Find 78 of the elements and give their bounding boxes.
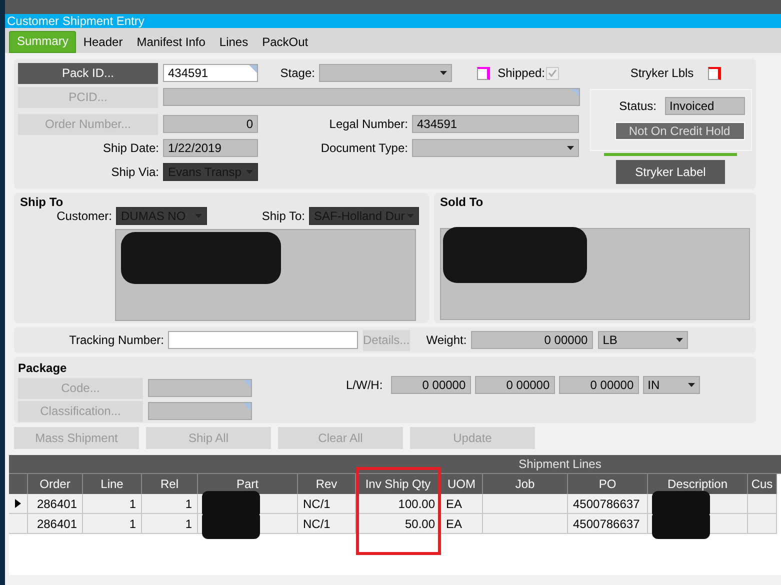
order-number-field[interactable]: 0	[163, 115, 258, 133]
status-field: Invoiced	[664, 97, 744, 115]
document-type-dropdown[interactable]	[412, 139, 579, 157]
weight-unit-dropdown[interactable]: LB	[598, 331, 688, 349]
row-indicator-cell[interactable]	[9, 494, 28, 514]
credit-hold-button[interactable]: Not On Credit Hold	[614, 122, 744, 140]
dimension-unit-dropdown[interactable]: IN	[642, 376, 700, 394]
table-cell: 50.00	[356, 514, 441, 534]
tab[interactable]: Manifest Info	[130, 33, 212, 53]
stryker-lbls-label: Stryker Lbls	[630, 66, 694, 80]
caret-icon	[567, 146, 574, 150]
table-cell: EA	[441, 494, 483, 514]
status-label: Status:	[619, 99, 658, 113]
legal-number-label: Legal Number:	[328, 117, 409, 131]
tracking-number-field[interactable]	[168, 331, 358, 349]
column-header[interactable]: Part	[198, 474, 298, 494]
ship-to-label: Ship To:	[260, 209, 306, 223]
sold-to-title: Sold To	[440, 195, 484, 209]
header-corner	[9, 474, 28, 494]
column-header[interactable]: Rev	[298, 474, 356, 494]
table-cell: 4500786637	[568, 514, 648, 534]
shipped-checkbox[interactable]	[546, 66, 559, 80]
column-header[interactable]: PO	[568, 474, 648, 494]
stryker-label-button[interactable]: Stryker Label	[616, 160, 725, 184]
pack-id-button[interactable]: Pack ID...	[18, 62, 158, 84]
column-header[interactable]: Inv Ship Qty	[356, 474, 441, 494]
table-cell: 1	[83, 494, 142, 514]
stage-dropdown[interactable]	[319, 64, 452, 82]
table-cell: 1	[142, 514, 198, 534]
tab[interactable]: Lines	[212, 33, 256, 53]
window-title: Customer Shipment Entry	[5, 14, 781, 28]
classification-field[interactable]	[148, 402, 252, 420]
column-header[interactable]: UOM	[441, 474, 483, 494]
column-header[interactable]: Cus	[748, 474, 777, 494]
stage-label: Stage:	[279, 66, 316, 80]
table-cell: NC/1	[298, 494, 356, 514]
weight-field[interactable]: 0 00000	[470, 331, 593, 349]
table-cell: 100.00	[356, 494, 441, 514]
code-field[interactable]	[148, 379, 252, 397]
tab[interactable]: Header	[76, 33, 130, 53]
ship-to-title: Ship To	[20, 195, 64, 209]
lwh-label: L/W/H:	[346, 378, 384, 392]
stryker-lbls-checkbox[interactable]	[708, 66, 721, 80]
table-cell: 1	[142, 494, 198, 514]
column-header[interactable]: Rel	[142, 474, 198, 494]
table-cell: 1	[83, 514, 142, 534]
column-header[interactable]: Job	[483, 474, 568, 494]
ship-date-field[interactable]: 1/22/2019	[163, 139, 258, 157]
ship-date-label: Ship Date:	[102, 141, 160, 155]
checkbox[interactable]	[477, 66, 490, 80]
dimension-field[interactable]: 0 00000	[558, 376, 639, 394]
caret-icon	[440, 71, 447, 75]
column-header[interactable]: Line	[83, 474, 142, 494]
document-type-label: Document Type:	[320, 141, 409, 155]
column-header[interactable]: Order	[28, 474, 83, 494]
table-cell: 286401	[28, 494, 83, 514]
shipped-label: Shipped:	[496, 66, 546, 80]
caret-icon	[688, 383, 695, 387]
table-cell: NC/1	[298, 514, 356, 534]
table-cell: 286401	[28, 514, 83, 534]
row-indicator-cell[interactable]	[9, 514, 28, 534]
column-header[interactable]: Description	[648, 474, 748, 494]
customer-label: Customer:	[56, 209, 113, 223]
package-title: Package	[18, 361, 68, 375]
pcid-field[interactable]	[163, 88, 580, 106]
caret-icon	[676, 338, 683, 342]
grid-title: Shipment Lines	[9, 455, 781, 474]
tracking-number-label: Tracking Number:	[68, 333, 165, 347]
current-row-icon	[15, 499, 21, 508]
tab[interactable]: PackOut	[255, 33, 316, 53]
pack-id-field[interactable]: 434591	[163, 64, 258, 82]
weight-label: Weight:	[425, 333, 468, 347]
table-cell: 4500786637	[568, 494, 648, 514]
table-cell: EA	[441, 514, 483, 534]
dimension-field[interactable]: 0 00000	[390, 376, 471, 394]
legal-number-field[interactable]: 434591	[412, 115, 579, 133]
ship-via-label: Ship Via:	[110, 165, 160, 179]
dimension-field[interactable]: 0 00000	[474, 376, 555, 394]
